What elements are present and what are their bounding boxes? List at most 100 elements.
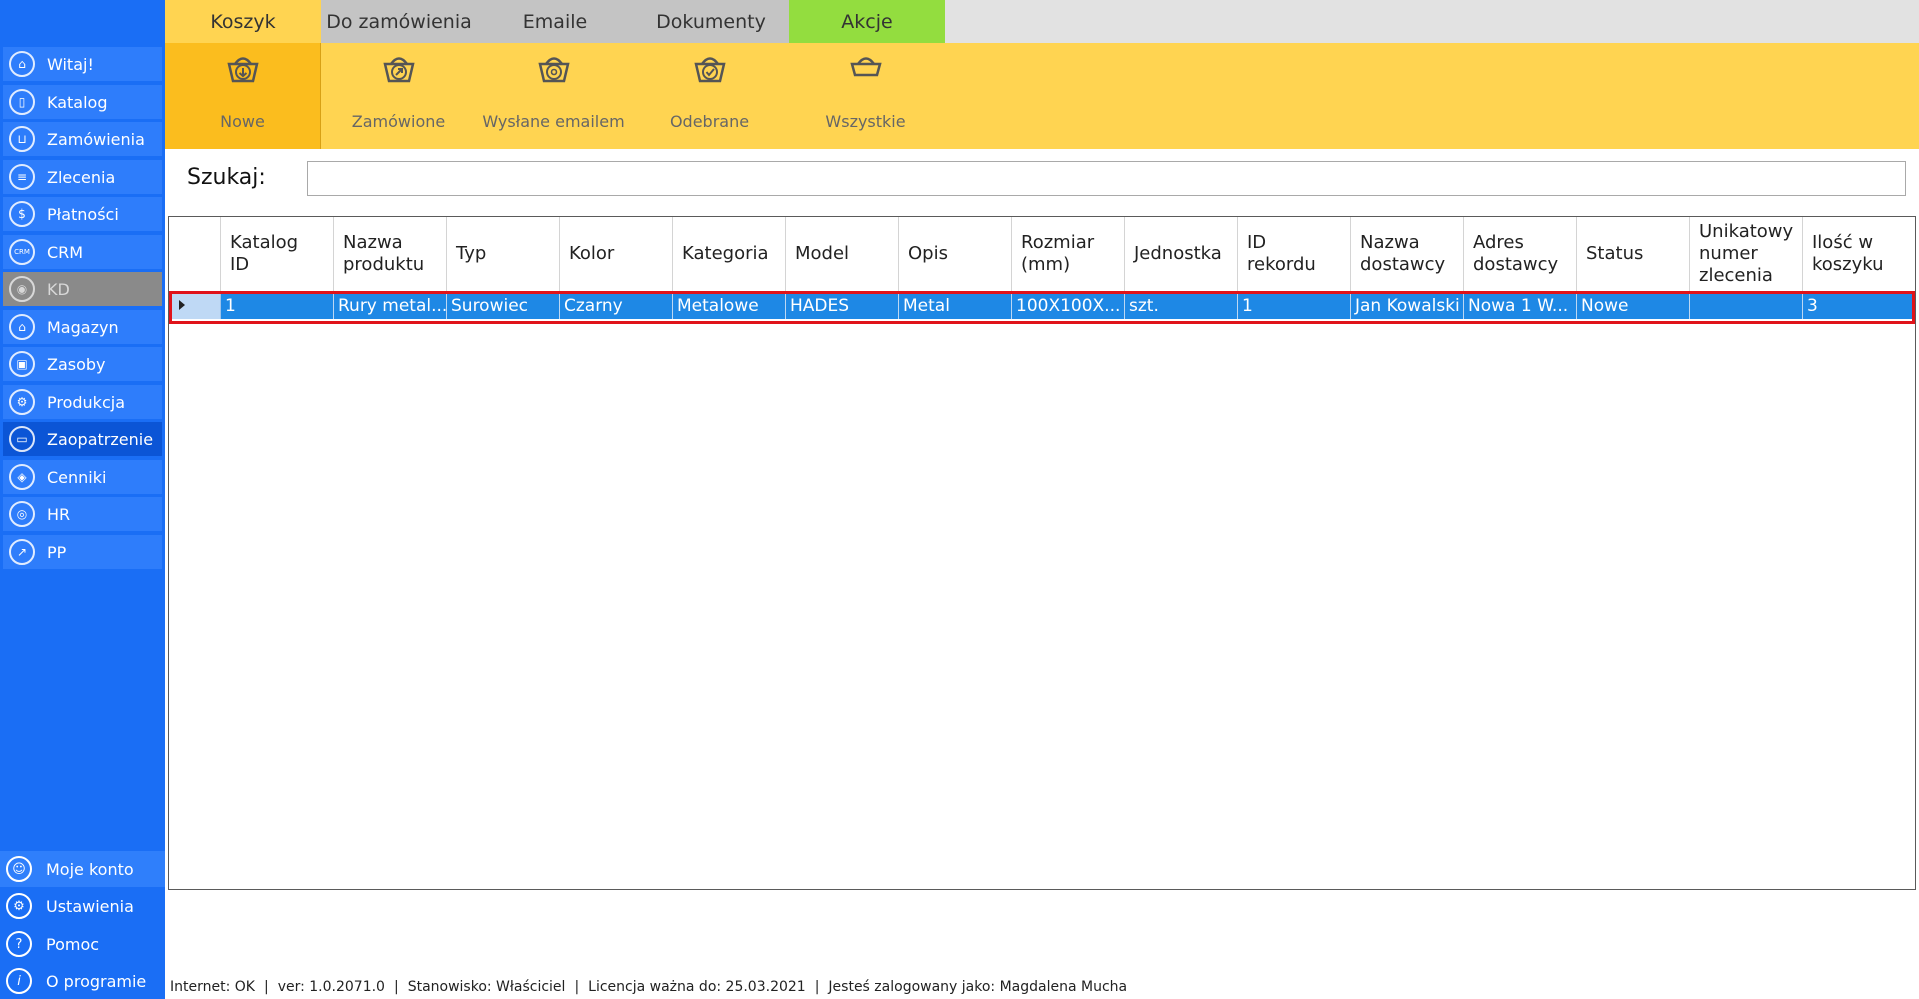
column-header-id-rekordu[interactable]: ID rekordu <box>1238 217 1351 291</box>
about-button[interactable]: i O programie <box>0 963 165 999</box>
account-icon: ☺ <box>6 856 32 882</box>
table-cell: 1 <box>1238 292 1351 319</box>
sidebar-item-label: CRM <box>47 242 84 262</box>
factory-icon: ⚙ <box>9 389 35 415</box>
list-icon: ≡ <box>9 164 35 190</box>
tab-emaile[interactable]: Emaile <box>477 0 633 43</box>
column-header-kolor[interactable]: Kolor <box>560 217 673 291</box>
ribbon-button-wyslane-emailem[interactable]: Wysłane emailem <box>476 43 631 149</box>
current-row-arrow-icon <box>179 300 185 310</box>
column-header-model[interactable]: Model <box>786 217 899 291</box>
sidebar-item-label: Zasoby <box>47 354 106 374</box>
info-icon: i <box>6 968 32 994</box>
ribbon-button-wszystkie[interactable]: Wszystkie <box>788 43 943 149</box>
basket-check-icon <box>693 57 726 83</box>
home-icon: ⌂ <box>9 51 35 77</box>
column-header-nazwa-dostawcy[interactable]: Nazwa dostawcy <box>1351 217 1464 291</box>
table-cell: 100X100X... <box>1012 292 1125 319</box>
help-button[interactable]: ? Pomoc <box>0 926 165 962</box>
status-separator: | <box>574 979 580 995</box>
table-cell: Nowa 1 W... <box>1464 292 1577 319</box>
basket-icon <box>849 57 882 77</box>
basket-download-icon <box>226 57 259 83</box>
my-account-button[interactable]: ☺ Moje konto <box>0 851 165 887</box>
column-header-katalog-id[interactable]: Katalog ID <box>221 217 334 291</box>
column-header-unikatowy-numer-zlecenia[interactable]: Unikatowy numer zlecenia <box>1690 217 1803 291</box>
row-selector[interactable] <box>169 292 221 319</box>
sidebar-item-platnosci[interactable]: $ Płatności <box>3 197 162 231</box>
sidebar-item-label: Magazyn <box>47 317 119 337</box>
sidebar-item-label: Produkcja <box>47 392 125 412</box>
column-header-typ[interactable]: Typ <box>447 217 560 291</box>
column-header-ilosc-w-koszyku[interactable]: Ilość w koszyku <box>1803 217 1915 291</box>
table-cell: Czarny <box>560 292 673 319</box>
table-cell: Nowe <box>1577 292 1690 319</box>
basket-table: Katalog ID Nazwa produktu Typ Kolor Kate… <box>168 216 1916 890</box>
sidebar-item-label: Zaopatrzenie <box>47 429 154 449</box>
table-cell: HADES <box>786 292 899 319</box>
sidebar-item-zasoby[interactable]: ▣ Zasoby <box>3 347 162 381</box>
ribbon-toolbar: Nowe Zamówione Wysłane emailem Odebrane <box>165 43 1919 149</box>
sidebar-item-katalog[interactable]: ▯ Katalog <box>3 85 162 119</box>
gear-icon: ⚙ <box>6 893 32 919</box>
box-icon: ▣ <box>9 351 35 377</box>
sidebar-item-label: Katalog <box>47 92 108 112</box>
sidebar-item-pp[interactable]: ↗ PP <box>3 535 162 569</box>
table-cell: Jan Kowalski <box>1351 292 1464 319</box>
table-cell: Surowiec <box>447 292 560 319</box>
status-internet: Internet: OK <box>170 979 255 995</box>
table-cell: 1 <box>221 292 334 319</box>
ribbon-button-odebrane[interactable]: Odebrane <box>632 43 787 149</box>
column-header-kategoria[interactable]: Kategoria <box>673 217 786 291</box>
tag-icon: ◈ <box>9 464 35 490</box>
status-bar: Internet: OK | ver: 1.0.2071.0 | Stanowisko:… <box>170 979 1127 995</box>
ribbon-button-label: Nowe <box>220 112 265 131</box>
sidebar-item-zlecenia[interactable]: ≡ Zlecenia <box>3 160 162 194</box>
tab-do-zamowienia[interactable]: Do zamówienia <box>321 0 477 43</box>
column-header-jednostka[interactable]: Jednostka <box>1125 217 1238 291</box>
sidebar-item-cenniki[interactable]: ◈ Cenniki <box>3 460 162 494</box>
column-header-rozmiar[interactable]: Rozmiar (mm) <box>1012 217 1125 291</box>
ribbon-button-label: Zamówione <box>351 112 446 131</box>
table-cell: Metal <box>899 292 1012 319</box>
column-header-nazwa-produktu[interactable]: Nazwa produktu <box>334 217 447 291</box>
cart-icon: ⊔ <box>9 126 35 152</box>
sidebar-item-magazyn[interactable]: ⌂ Magazyn <box>3 310 162 344</box>
sidebar-item-witaj[interactable]: ⌂ Witaj! <box>3 47 162 81</box>
user-lock-icon: ◉ <box>9 276 35 302</box>
column-header-adres-dostawcy[interactable]: Adres dostawcy <box>1464 217 1577 291</box>
sidebar-item-label: Zlecenia <box>47 167 116 187</box>
table-cell: szt. <box>1125 292 1238 319</box>
settings-button[interactable]: ⚙ Ustawienia <box>0 888 165 924</box>
search-input[interactable] <box>307 161 1906 196</box>
sidebar-item-kd[interactable]: ◉ KD <box>3 272 162 306</box>
sidebar: ⌂ Witaj! ▯ Katalog ⊔ Zamówienia ≡ Zlecen… <box>0 0 165 999</box>
bottom-item-label: Ustawienia <box>46 896 134 916</box>
ribbon-button-label: Wszystkie <box>825 112 906 131</box>
sidebar-item-produkcja[interactable]: ⚙ Produkcja <box>3 385 162 419</box>
ribbon-button-nowe[interactable]: Nowe <box>165 43 321 149</box>
book-icon: ▯ <box>9 89 35 115</box>
sidebar-item-label: Płatności <box>47 204 119 224</box>
tab-akcje[interactable]: Akcje <box>789 0 945 43</box>
sidebar-item-crm[interactable]: CRM CRM <box>3 235 162 269</box>
table-cell: Rury metal... <box>334 292 447 319</box>
status-user: Jesteś zalogowany jako: Magdalena Mucha <box>828 979 1128 995</box>
people-icon: ◎ <box>9 501 35 527</box>
tab-koszyk[interactable]: Koszyk <box>165 0 321 43</box>
sidebar-item-label: HR <box>47 504 71 524</box>
ribbon-button-zamowione[interactable]: Zamówione <box>321 43 476 149</box>
column-header-opis[interactable]: Opis <box>899 217 1012 291</box>
table-cell: Metalowe <box>673 292 786 319</box>
sidebar-item-zaopatrzenie[interactable]: ▭ Zaopatrzenie <box>3 422 162 456</box>
bottom-item-label: Moje konto <box>46 859 134 879</box>
table-row[interactable]: 1 Rury metal... Surowiec Czarny Metalowe… <box>169 292 1915 319</box>
sidebar-item-hr[interactable]: ◎ HR <box>3 497 162 531</box>
table-cell: 3 <box>1807 295 1818 316</box>
column-header-status[interactable]: Status <box>1577 217 1690 291</box>
status-separator: | <box>814 979 820 995</box>
tab-bar: Koszyk Do zamówienia Emaile Dokumenty Ak… <box>165 0 1919 43</box>
sidebar-item-zamowienia[interactable]: ⊔ Zamówienia <box>3 122 162 156</box>
tab-dokumenty[interactable]: Dokumenty <box>633 0 789 43</box>
crm-icon: CRM <box>9 239 35 265</box>
